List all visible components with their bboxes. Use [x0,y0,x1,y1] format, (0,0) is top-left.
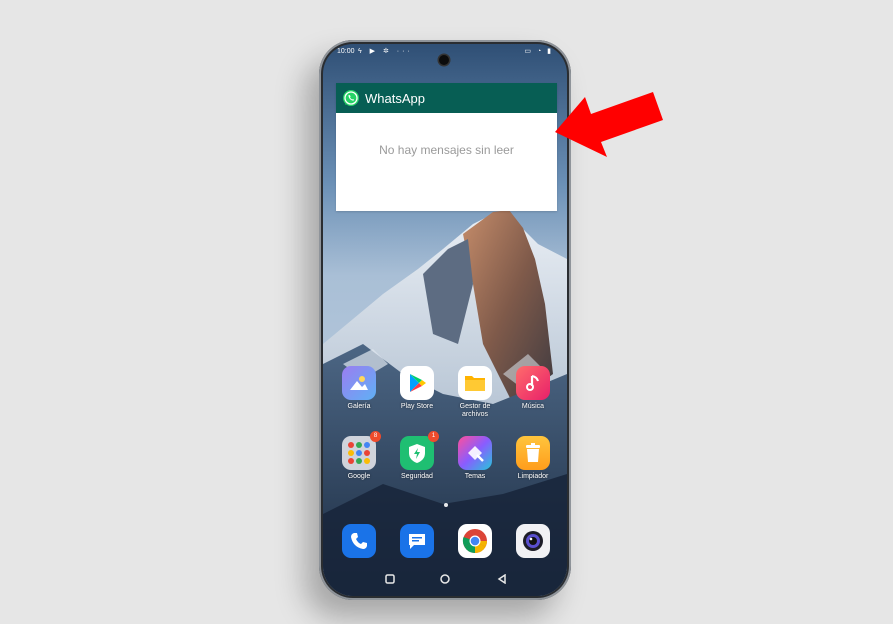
app-label: Temas [464,473,486,480]
app-google-folder[interactable]: 8 Google [330,431,388,481]
status-system-icons: ▭ ◔ ▮ [524,48,553,55]
home-icon[interactable] [440,574,450,584]
page-indicator [444,503,448,507]
app-gestor-de-archivos[interactable]: Gestor de archivos [446,366,504,419]
app-label: Google [347,473,371,480]
whatsapp-widget[interactable]: WhatsApp No hay mensajes sin leer [336,83,557,211]
red-arrow-annotation [555,92,663,157]
dock-phone[interactable] [330,524,388,558]
app-label: Seguridad [401,473,433,480]
file-manager-icon [458,366,492,400]
google-folder-icon: 8 [342,431,381,470]
back-icon[interactable] [497,574,507,584]
chrome-icon [458,524,492,558]
app-galeria[interactable]: Galería [330,366,388,411]
messages-icon [400,524,434,558]
app-label: Galería [347,403,371,410]
app-play-store[interactable]: Play Store [388,366,446,411]
dock-messages[interactable] [388,524,446,558]
notification-badge: 1 [428,431,439,442]
phone-icon [342,524,376,558]
front-camera-icon [439,55,449,65]
app-label: Play Store [400,403,434,410]
status-notification-icons: ϟ ▶ ✲ ··· [358,48,413,55]
widget-title: WhatsApp [365,90,425,106]
music-icon [516,366,550,400]
app-limpiador[interactable]: Limpiador [504,436,562,481]
recents-icon[interactable] [385,574,395,584]
app-label: Limpiador [517,473,549,480]
widget-empty-message: No hay mensajes sin leer [379,143,514,157]
app-label: Música [521,403,545,410]
app-musica[interactable]: Música [504,366,562,411]
dock-camera[interactable] [504,524,562,558]
app-label: Gestor de archivos [459,403,491,418]
play-store-icon [400,366,434,400]
whatsapp-icon [343,90,359,106]
app-temas[interactable]: Temas [446,436,504,481]
status-time: 10:00 [337,48,355,55]
notification-badge: 8 [370,431,381,442]
security-icon: 1 [400,431,439,470]
gallery-icon [342,366,376,400]
camera-icon [516,524,550,558]
themes-icon [458,436,492,470]
dock-chrome[interactable] [446,524,504,558]
cleaner-icon [516,436,550,470]
app-seguridad[interactable]: 1 Seguridad [388,431,446,481]
